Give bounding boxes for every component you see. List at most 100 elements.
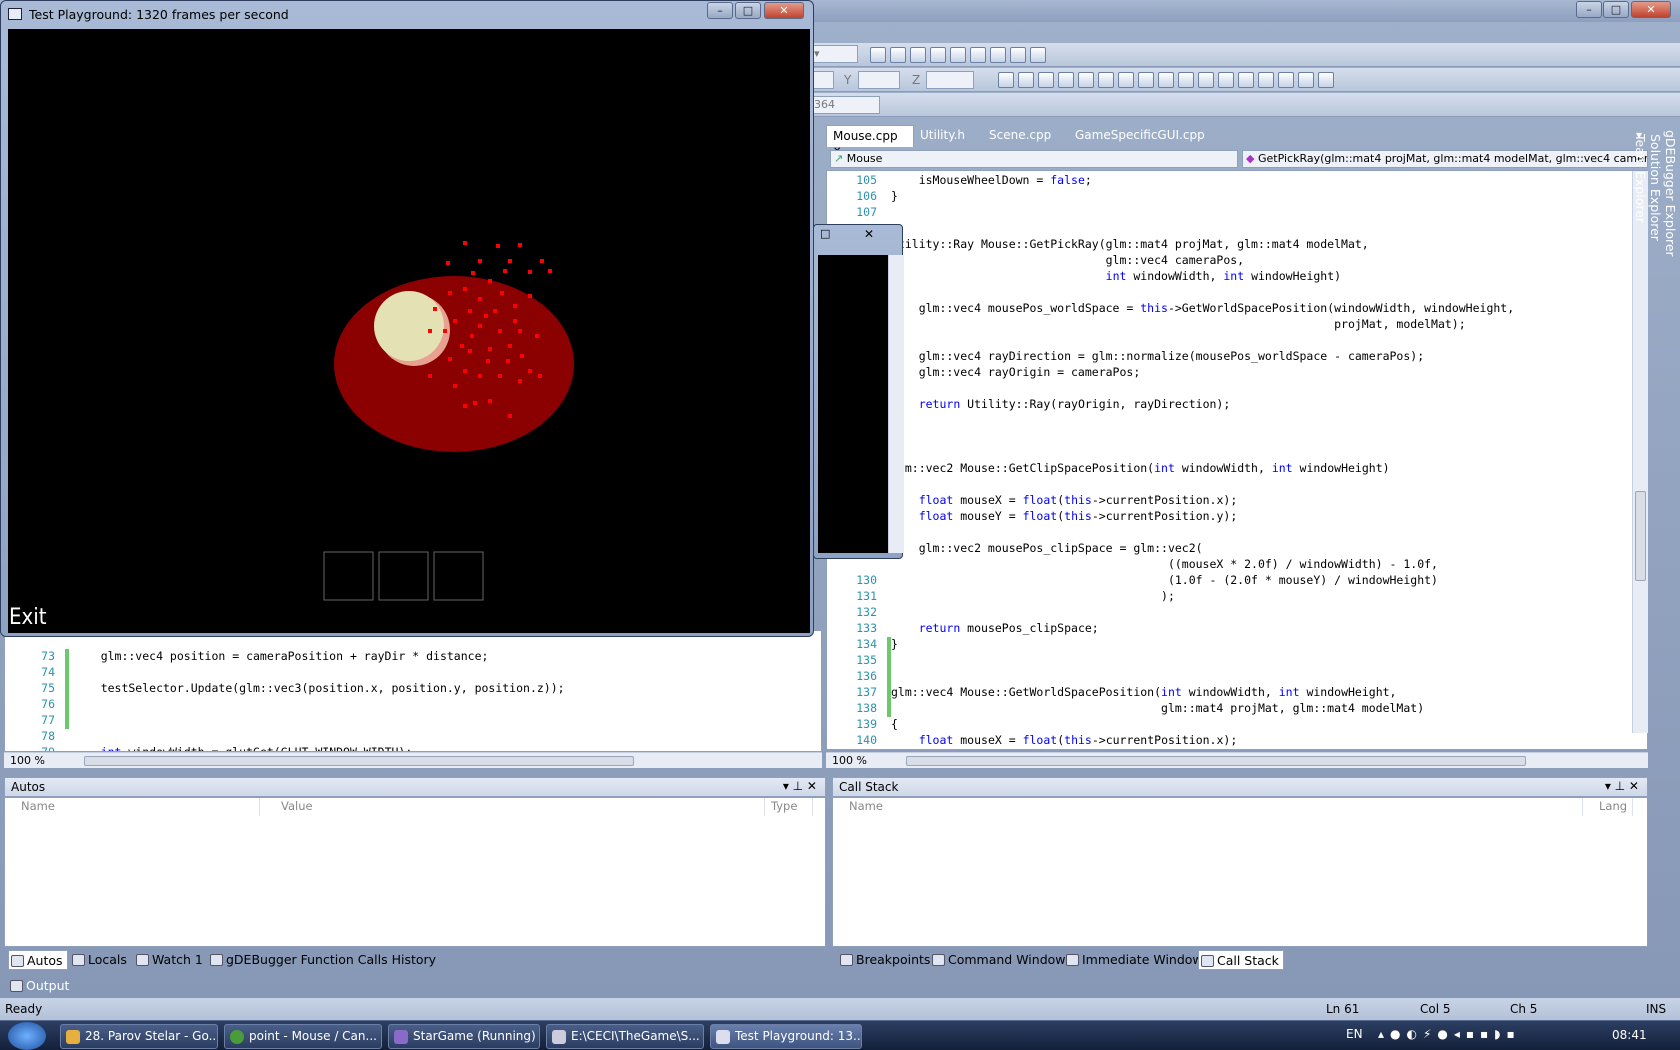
code-line[interactable]: 136 — [827, 669, 1647, 685]
code-line[interactable]: { — [827, 285, 1647, 301]
code-line[interactable]: 76 — [5, 697, 821, 713]
code-line[interactable]: 130 (1.0f - (2.0f * mouseY) / windowHeig… — [827, 573, 1647, 589]
code-line[interactable]: 137 glm::vec4 Mouse::GetWorldSpacePositio… — [827, 685, 1647, 701]
toolbar-icon[interactable] — [1298, 72, 1314, 88]
toolbar-icon[interactable] — [1258, 72, 1274, 88]
start-button[interactable] — [8, 1022, 46, 1050]
code-line[interactable]: 106} — [827, 189, 1647, 205]
code-line[interactable]: 77 — [5, 713, 821, 729]
toolbar-icon[interactable] — [1118, 72, 1134, 88]
member-combo[interactable]: ◆ GetPickRay(glm::mat4 projMat, glm::mat… — [1242, 150, 1648, 168]
toolbar-icon[interactable] — [1238, 72, 1254, 88]
code-line[interactable]: 132 — [827, 605, 1647, 621]
column-header[interactable]: Lang — [1593, 798, 1633, 816]
column-header[interactable]: Name — [843, 798, 1583, 816]
toolbar-icon[interactable] — [998, 72, 1014, 88]
code-line[interactable]: 133 return mousePos_clipSpace; — [827, 621, 1647, 637]
code-line[interactable]: 105 isMouseWheelDown = false; — [827, 173, 1647, 189]
clock[interactable]: 08:41 — [1612, 1028, 1647, 1042]
tab-scene-cpp[interactable]: Scene.cpp — [983, 125, 1057, 147]
code-line[interactable]: glm::vec4 cameraPos, — [827, 253, 1647, 269]
config-combo[interactable]: ▾ — [810, 45, 858, 63]
toolbar-icon[interactable] — [1078, 72, 1094, 88]
tab-autos[interactable]: Autos — [8, 950, 68, 970]
taskbar-button-browser[interactable]: point - Mouse / Can... — [224, 1024, 382, 1049]
taskbar-button-console[interactable]: E:\CECI\TheGame\S... — [546, 1024, 704, 1049]
code-line[interactable] — [827, 221, 1647, 237]
tab-solution-explorer[interactable]: Solution Explorer — [1648, 126, 1663, 486]
code-line[interactable]: } — [827, 413, 1647, 429]
toolbar-icon[interactable] — [1278, 72, 1294, 88]
code-line[interactable]: 131 ); — [827, 589, 1647, 605]
language-indicator[interactable]: EN — [1346, 1027, 1363, 1041]
code-line[interactable]: Utility::Ray Mouse::GetPickRay(glm::mat4… — [827, 237, 1647, 253]
autos-grid[interactable]: Name Value Type — [4, 797, 826, 947]
close-button[interactable]: ✕ — [764, 2, 804, 19]
zoom-level[interactable]: 100 % — [832, 754, 867, 767]
console-scrollbar[interactable] — [888, 255, 904, 553]
toolbar-icon[interactable] — [990, 47, 1006, 63]
exit-label[interactable]: Exit — [9, 605, 46, 630]
code-line[interactable]: 135 — [827, 653, 1647, 669]
toolbar-icon[interactable] — [950, 47, 966, 63]
code-line[interactable]: glm::vec2 mousePos_clipSpace = glm::vec2… — [827, 541, 1647, 557]
toolbar-icon[interactable] — [1038, 72, 1054, 88]
toolbar-icon[interactable] — [930, 47, 946, 63]
code-line[interactable]: { — [827, 477, 1647, 493]
tab-mouse-cpp[interactable]: Mouse.cpp ✕ — [826, 125, 914, 157]
code-line[interactable]: 73 glm::vec4 position = cameraPosition +… — [5, 649, 821, 665]
minimize-button[interactable]: – — [1576, 1, 1602, 18]
toolbar-icon[interactable] — [1030, 47, 1046, 63]
callstack-grid[interactable]: Name Lang — [832, 797, 1648, 947]
code-line[interactable]: int windowWidth, int windowHeight) — [827, 269, 1647, 285]
code-line[interactable]: projMat, modelMat); — [827, 317, 1647, 333]
tab-breakpoints[interactable]: Breakpoints — [838, 950, 934, 970]
code-line[interactable] — [827, 525, 1647, 541]
maximize-button[interactable]: □ — [1603, 1, 1629, 18]
toolbar-icon[interactable] — [890, 47, 906, 63]
column-header[interactable]: Name — [15, 798, 260, 816]
scroll-thumb[interactable] — [1635, 491, 1646, 581]
scope-combo[interactable]: ↗ Mouse — [830, 150, 1238, 168]
toolbar-icon[interactable] — [910, 47, 926, 63]
code-line[interactable]: 140 float mouseX = float(this->currentPo… — [827, 733, 1647, 749]
column-header[interactable]: Type — [765, 798, 813, 816]
taskbar-button-visual-studio[interactable]: StarGame (Running) ... — [388, 1024, 540, 1049]
ui-slot[interactable] — [433, 551, 484, 601]
code-line[interactable] — [827, 445, 1647, 461]
tab-gdebugger-explorer[interactable]: gDEBugger Explorer — [1663, 126, 1678, 486]
ui-slot[interactable] — [378, 551, 429, 601]
tab-team-explorer[interactable]: Team Explorer — [1633, 126, 1648, 486]
tab-immediate-window[interactable]: Immediate Window — [1064, 950, 1207, 970]
toolbar-icon[interactable] — [1010, 47, 1026, 63]
pin-close-icons[interactable]: ▾ ⊥ ✕ — [783, 779, 817, 793]
tab-watch1[interactable]: Watch 1 — [134, 950, 207, 970]
ui-slot[interactable] — [323, 551, 374, 601]
close-icon[interactable]: ✕ — [864, 227, 874, 241]
code-line[interactable]: glm::vec4 mousePos_worldSpace = this->Ge… — [827, 301, 1647, 317]
maximize-button[interactable]: □ — [735, 2, 761, 19]
tab-command-window[interactable]: Command Window — [930, 950, 1070, 970]
taskbar-button-music[interactable]: 28. Parov Stelar - Go... — [60, 1024, 218, 1049]
toolbar-icon[interactable] — [1178, 72, 1194, 88]
opengl-viewport[interactable]: Exit — [8, 29, 810, 633]
code-line[interactable]: return Utility::Ray(rayOrigin, rayDirect… — [827, 397, 1647, 413]
code-line[interactable]: glm::vec2 Mouse::GetClipSpacePosition(in… — [827, 461, 1647, 477]
tray-icons[interactable]: ▴●◐⚡●◂▪▪◗▪ — [1378, 1027, 1521, 1041]
scroll-thumb[interactable] — [84, 756, 634, 766]
code-line[interactable]: glm::vec4 rayDirection = glm::normalize(… — [827, 349, 1647, 365]
pin-close-icons[interactable]: ▾ ⊥ ✕ — [1605, 779, 1639, 793]
code-editor-left[interactable]: 73 glm::vec4 position = cameraPosition +… — [4, 630, 822, 752]
code-line[interactable]: 138 glm::mat4 projMat, glm::mat4 modelMa… — [827, 701, 1647, 717]
tab-locals[interactable]: Locals — [70, 950, 131, 970]
code-line[interactable] — [827, 333, 1647, 349]
toolbar-icon[interactable] — [1018, 72, 1034, 88]
code-line[interactable]: 78 — [5, 729, 821, 745]
z-combo[interactable] — [926, 71, 974, 89]
toolbar-icon[interactable] — [1218, 72, 1234, 88]
code-line[interactable]: 134} — [827, 637, 1647, 653]
taskbar-button-test-playground[interactable]: Test Playground: 13... — [710, 1024, 862, 1049]
column-header[interactable]: Value — [275, 798, 765, 816]
code-line[interactable]: 107 — [827, 205, 1647, 221]
restore-icon[interactable]: □ — [820, 227, 830, 240]
